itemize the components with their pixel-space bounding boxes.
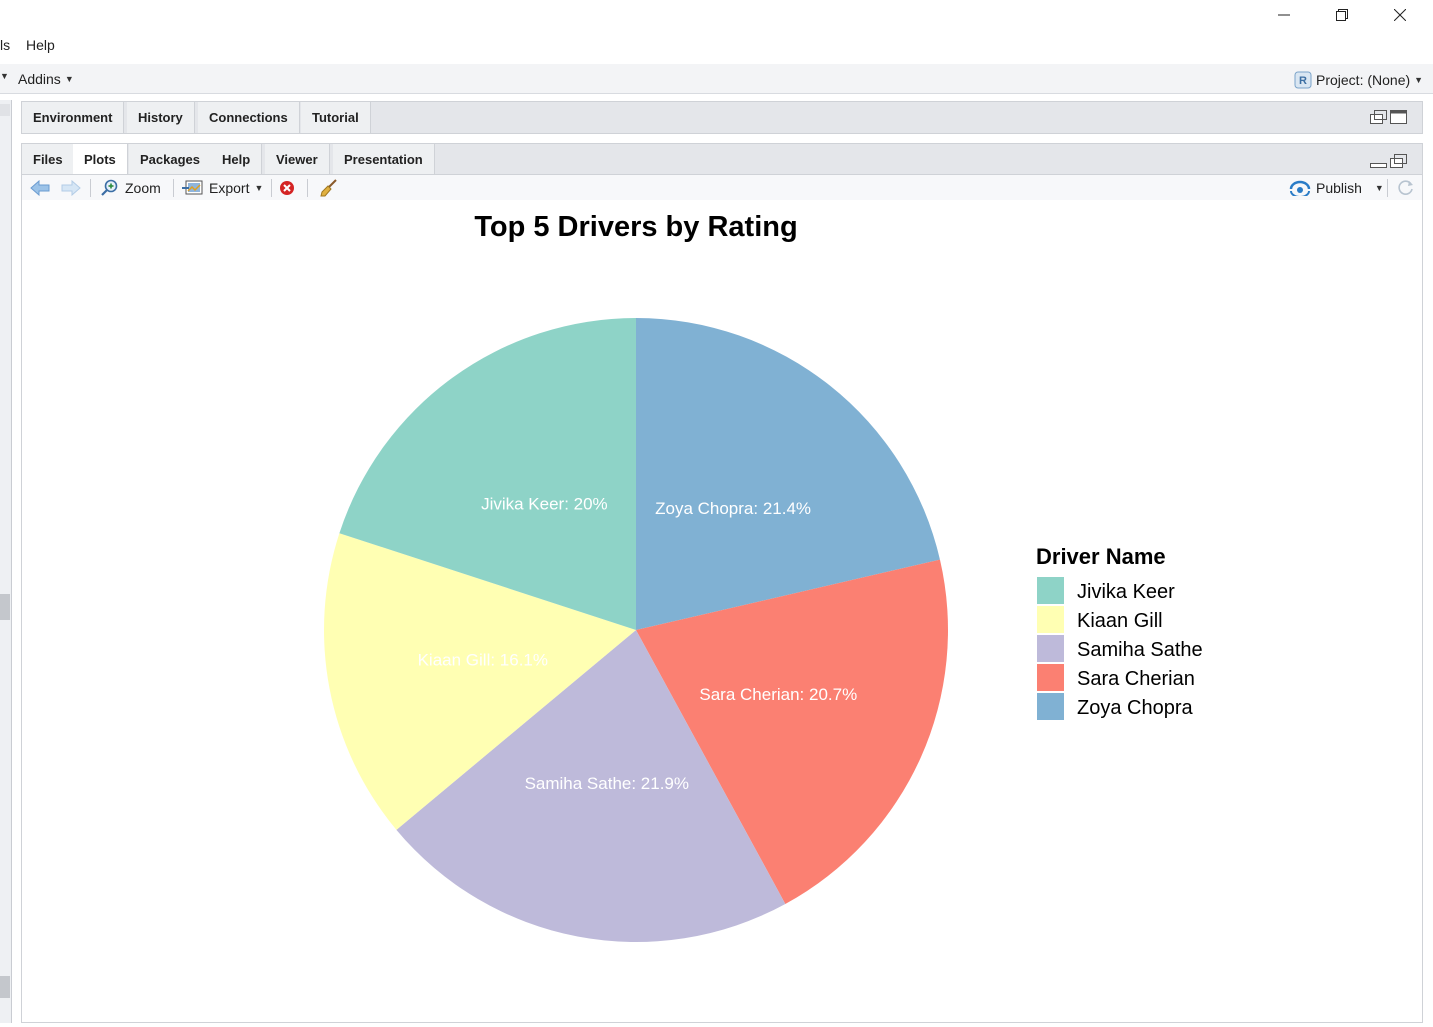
tab-files[interactable]: Files: [22, 144, 75, 175]
project-label: Project: (None): [1316, 72, 1411, 88]
restore-pane-icon[interactable]: [1390, 154, 1408, 168]
forward-arrow-icon: [61, 180, 81, 196]
publish-button[interactable]: Publish ▼: [1289, 178, 1384, 198]
maximize-pane-icon[interactable]: [1390, 110, 1408, 124]
chevron-down-icon: ▼: [0, 71, 9, 81]
legend-label: Jivika Keer: [1077, 581, 1175, 603]
tab-viewer[interactable]: Viewer: [265, 144, 330, 175]
tab-help[interactable]: Help: [211, 144, 263, 175]
minimize-pane-icon[interactable]: [1370, 154, 1388, 168]
chevron-down-icon: ▼: [254, 183, 264, 193]
slice-label: Jivika Keer: 20%: [481, 495, 608, 514]
pane-window-controls-2: [1370, 154, 1408, 168]
plot-viewer: Top 5 Drivers by Rating Zoya Chopra: 21.…: [21, 200, 1423, 1023]
slice-label: Kiaan Gill: 16.1%: [418, 650, 548, 669]
zoom-button[interactable]: Zoom: [100, 178, 161, 198]
menu-help[interactable]: Help: [26, 37, 55, 53]
project-dropdown[interactable]: R Project: (None) ▼: [1294, 71, 1423, 89]
refresh-icon: [1398, 180, 1413, 195]
tab-environment[interactable]: Environment: [22, 102, 125, 133]
left-pane-edge: [0, 100, 12, 1023]
title-bar: [0, 0, 1433, 30]
menu-bar: ls Help: [0, 30, 1433, 60]
files-pane-tabs: Files Plots Packages Help Viewer Present…: [21, 143, 1423, 175]
legend-swatch: [1037, 693, 1064, 720]
back-arrow-icon: [30, 180, 50, 196]
legend-swatch: [1037, 635, 1064, 662]
slice-label: Zoya Chopra: 21.4%: [655, 499, 811, 518]
broom-icon: [320, 179, 337, 197]
svg-text:R: R: [1299, 75, 1307, 87]
publish-label: Publish: [1316, 180, 1362, 196]
legend-label: Kiaan Gill: [1077, 610, 1163, 632]
remove-plot-button[interactable]: [279, 178, 295, 198]
forward-button[interactable]: [61, 178, 81, 198]
legend-swatch: [1037, 606, 1064, 633]
chart-legend: Driver Name Jivika Keer Kiaan Gill Samiha …: [1036, 544, 1203, 720]
addins-dropdown[interactable]: Addins ▼: [18, 71, 74, 87]
close-window-button[interactable]: [1377, 0, 1423, 30]
export-button[interactable]: Export ▼: [182, 178, 263, 198]
chart-title: Top 5 Drivers by Rating: [474, 211, 797, 243]
tab-connections[interactable]: Connections: [198, 102, 300, 133]
menu-tools[interactable]: ls: [0, 37, 10, 53]
plots-toolbar: Zoom Export ▼ Publish ▼: [21, 174, 1423, 201]
pie-chart: Top 5 Drivers by Rating Zoya Chopra: 21.…: [323, 211, 1203, 942]
legend-swatch: [1037, 577, 1064, 604]
minimize-pane-icon[interactable]: [1370, 110, 1388, 124]
zoom-icon: [101, 179, 118, 196]
scrollbar-thumb[interactable]: [0, 594, 10, 620]
slice-label: Sara Cherian: 20.7%: [699, 685, 857, 704]
minimize-window-button[interactable]: [1261, 0, 1307, 30]
restore-window-button[interactable]: [1319, 0, 1365, 30]
tab-packages[interactable]: Packages: [129, 144, 212, 175]
legend-label: Zoya Chopra: [1077, 697, 1193, 719]
zoom-label: Zoom: [125, 180, 161, 196]
legend-title: Driver Name: [1036, 544, 1166, 569]
pane-window-controls: [1370, 110, 1408, 124]
export-icon: [182, 180, 203, 195]
legend-label: Sara Cherian: [1077, 668, 1195, 690]
addins-label: Addins: [18, 71, 61, 87]
remove-plot-icon: [280, 181, 294, 195]
chevron-down-icon: ▼: [1414, 75, 1424, 85]
scrollbar-thumb-lower[interactable]: [0, 976, 10, 998]
tab-presentation[interactable]: Presentation: [333, 144, 435, 175]
restore-icon: [1336, 9, 1348, 21]
refresh-button[interactable]: [1397, 178, 1415, 198]
pie-slices: [323, 318, 948, 942]
export-label: Export: [209, 180, 250, 196]
publish-icon: [1289, 180, 1311, 196]
slice-label: Samiha Sathe: 21.9%: [525, 774, 689, 793]
legend-swatch: [1037, 664, 1064, 691]
prev-dropdown[interactable]: ▼: [0, 71, 9, 81]
back-button[interactable]: [30, 178, 50, 198]
chevron-down-icon: ▼: [1374, 183, 1384, 193]
tab-history[interactable]: History: [127, 102, 195, 133]
minimize-icon: [1278, 14, 1290, 16]
tab-tutorial[interactable]: Tutorial: [301, 102, 371, 133]
legend-label: Samiha Sathe: [1077, 639, 1203, 661]
tab-plots[interactable]: Plots: [73, 144, 128, 175]
main-toolbar: ▼ Addins ▼ R Project: (None) ▼: [0, 64, 1433, 94]
r-project-icon: R: [1294, 71, 1312, 89]
chevron-down-icon: ▼: [64, 74, 74, 84]
close-icon: [1394, 9, 1406, 21]
clear-all-plots-button[interactable]: [319, 178, 339, 198]
environment-pane-tabs: Environment History Connections Tutorial: [21, 101, 1423, 134]
